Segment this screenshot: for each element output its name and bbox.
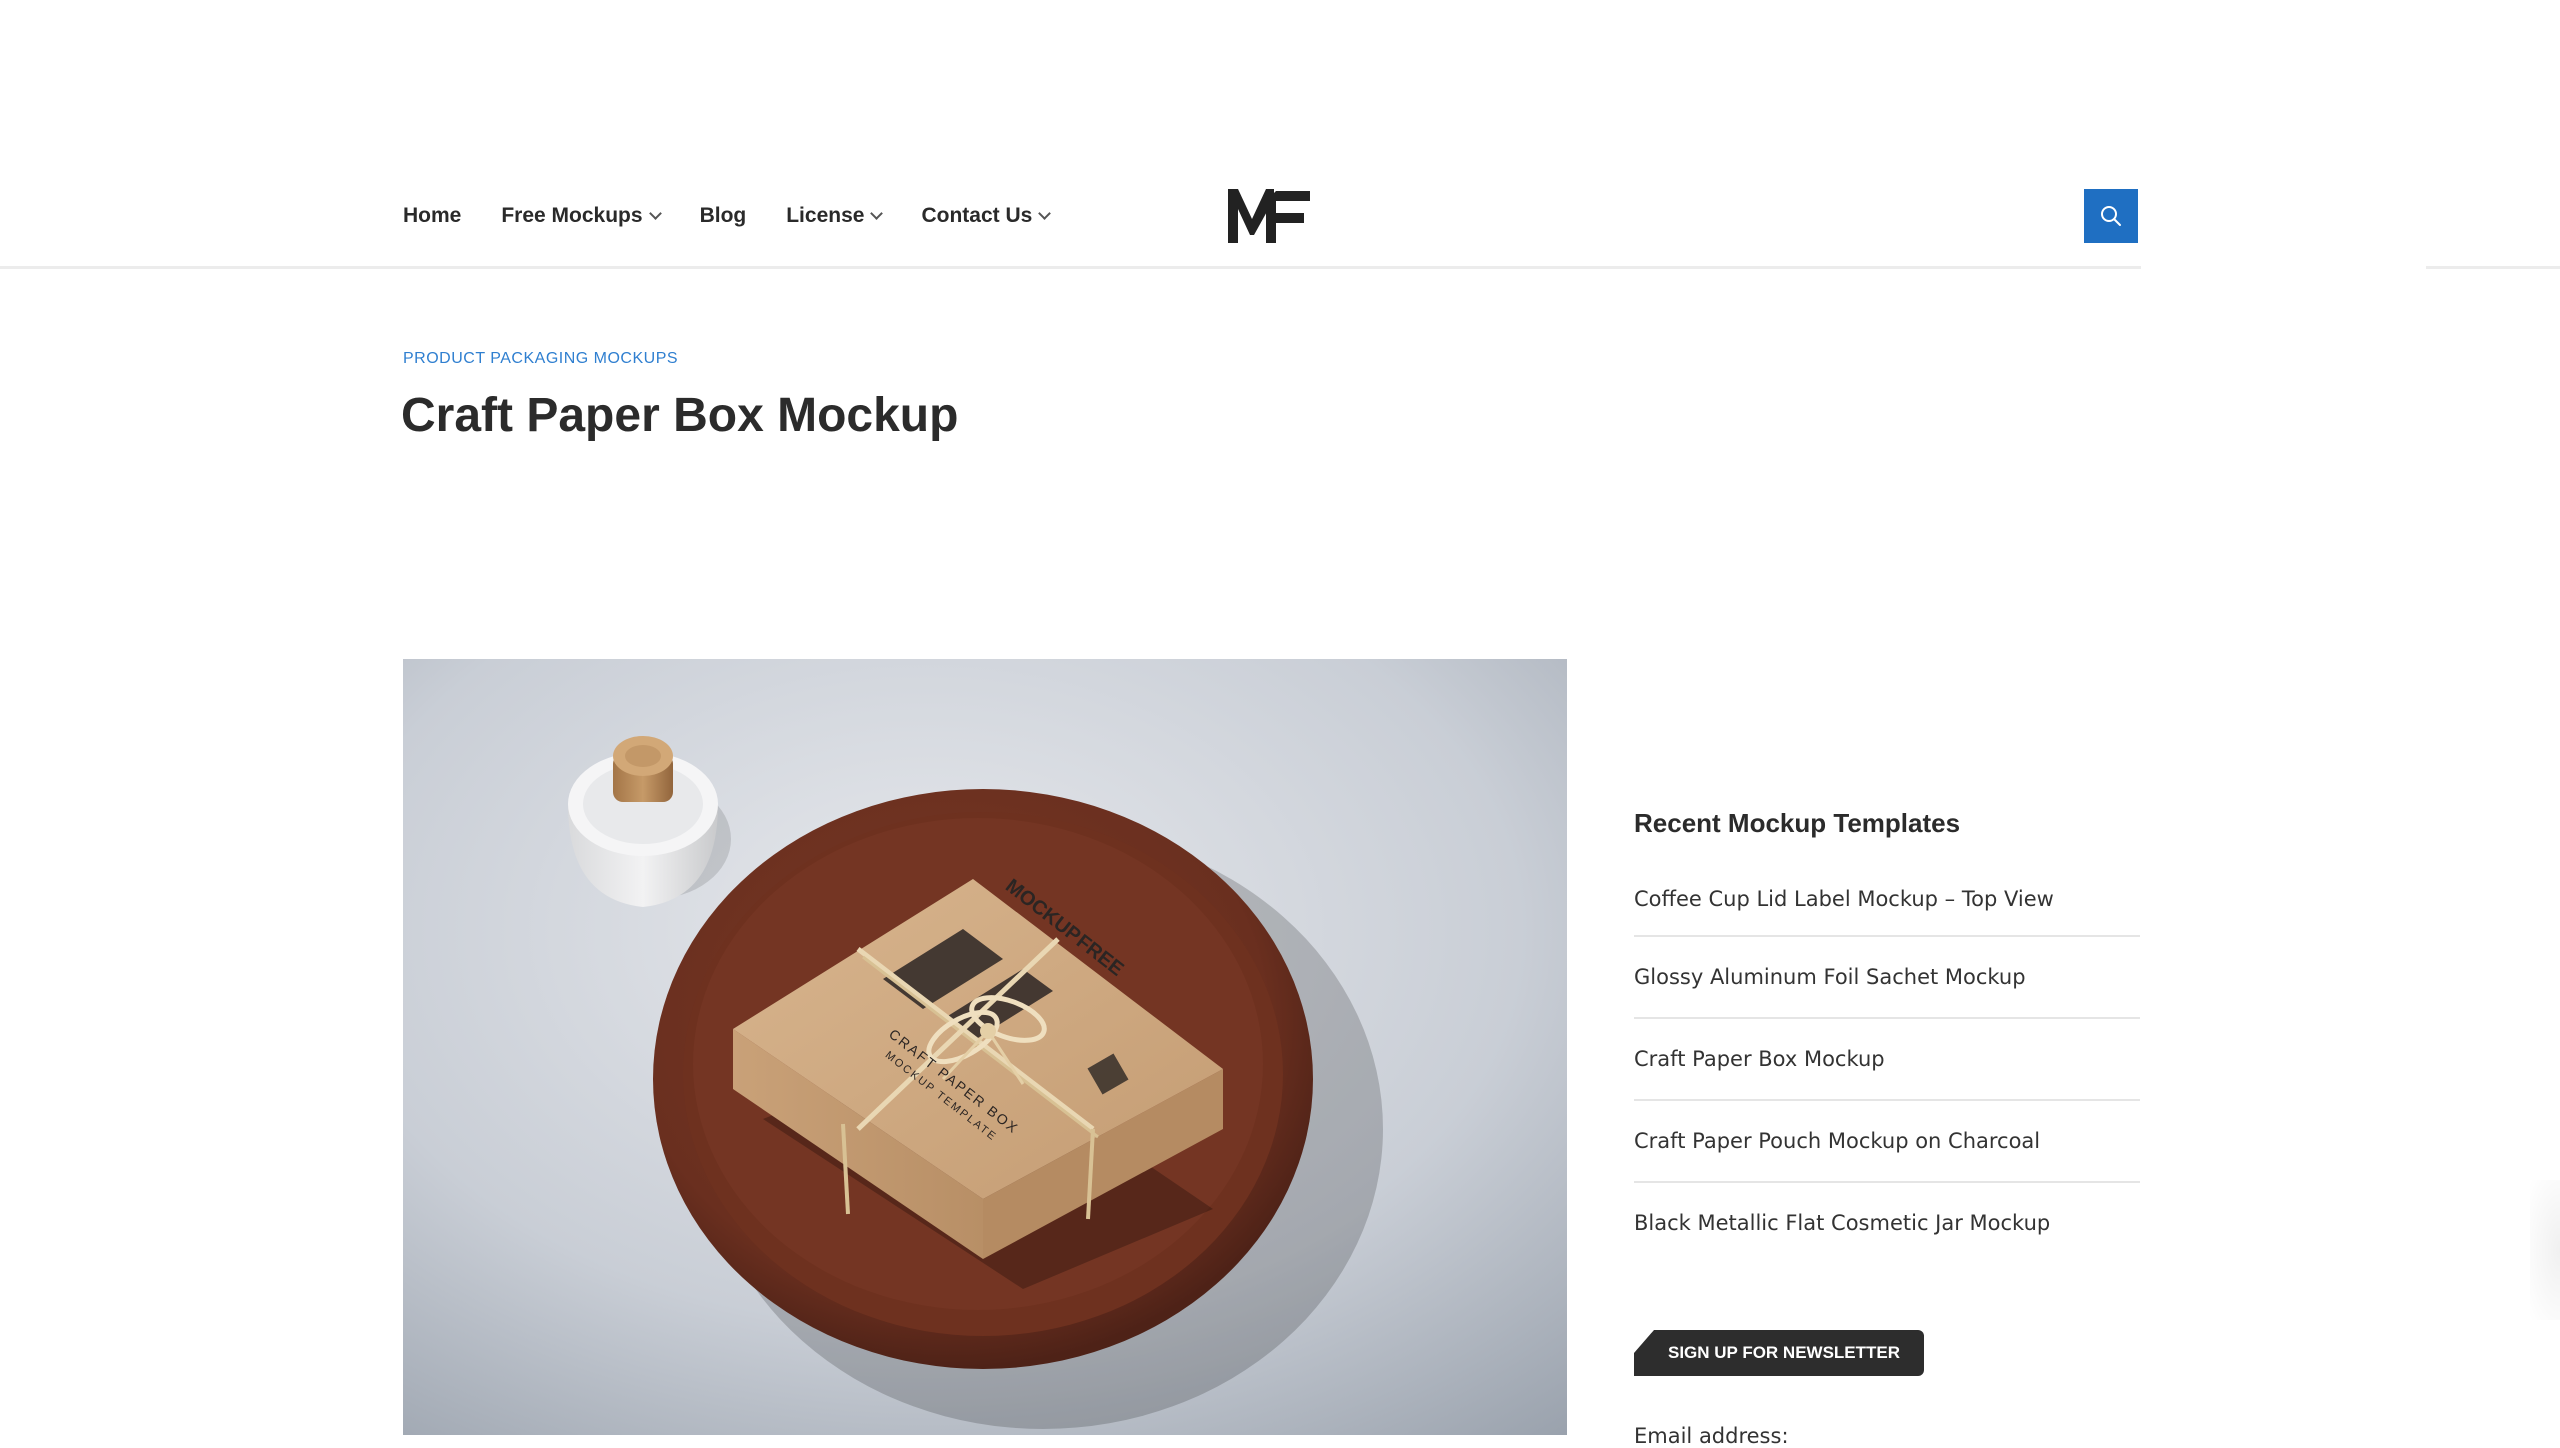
header-divider (0, 266, 2141, 269)
recent-template-link[interactable]: Craft Paper Pouch Mockup on Charcoal (1634, 1101, 2140, 1183)
recent-templates-title: Recent Mockup Templates (1634, 808, 1961, 838)
newsletter-label: SIGN UP FOR NEWSLETTER (1668, 1343, 1901, 1362)
recent-template-link[interactable]: Glossy Aluminum Foil Sachet Mockup (1634, 937, 2140, 1019)
nav-item-free-mockups[interactable]: Free Mockups (501, 204, 662, 228)
nav-item-home[interactable]: Home (403, 204, 461, 228)
featured-image: MOCKUP FREE CRAFT PAPER BOX MOCKUP TEMPL… (403, 659, 1567, 1435)
search-button[interactable] (2084, 189, 2138, 243)
post-title: Craft Paper Box Mockup (401, 389, 959, 442)
header-divider (2426, 266, 2560, 269)
nav-item-license[interactable]: License (786, 204, 884, 228)
recent-template-link[interactable]: Coffee Cup Lid Label Mockup – Top View (1634, 863, 2140, 937)
search-icon (2101, 206, 2121, 226)
recent-templates-list: Coffee Cup Lid Label Mockup – Top View G… (1634, 863, 2140, 1263)
email-field-label: Email address: (1634, 1424, 1789, 1448)
nav-item-label: Free Mockups (501, 204, 643, 227)
sidebar: Recent Mockup Templates Coffee Cup Lid L… (1634, 808, 2140, 1263)
site-header: Home Free Mockups Blog License Contact U… (0, 0, 2560, 268)
post-category-link[interactable]: PRODUCT PACKAGING MOCKUPS (403, 350, 678, 368)
nav-item-blog[interactable]: Blog (700, 204, 747, 228)
recent-template-link[interactable]: Black Metallic Flat Cosmetic Jar Mockup (1634, 1183, 2140, 1263)
nav-item-label: License (786, 204, 865, 227)
chevron-down-icon (648, 206, 662, 220)
chevron-down-icon (870, 206, 884, 220)
nav-item-label: Blog (699, 204, 747, 227)
main-nav: Home Free Mockups Blog License Contact U… (403, 196, 1089, 236)
site-logo[interactable] (1226, 185, 1312, 245)
edge-shadow (2530, 1180, 2560, 1320)
recent-template-link[interactable]: Craft Paper Box Mockup (1634, 1019, 2140, 1101)
chevron-down-icon (1038, 206, 1052, 220)
nav-item-label: Contact Us (921, 204, 1033, 227)
nav-item-contact-us[interactable]: Contact Us (921, 204, 1052, 228)
newsletter-heading: SIGN UP FOR NEWSLETTER (1634, 1330, 1924, 1376)
nav-item-label: Home (403, 204, 462, 227)
